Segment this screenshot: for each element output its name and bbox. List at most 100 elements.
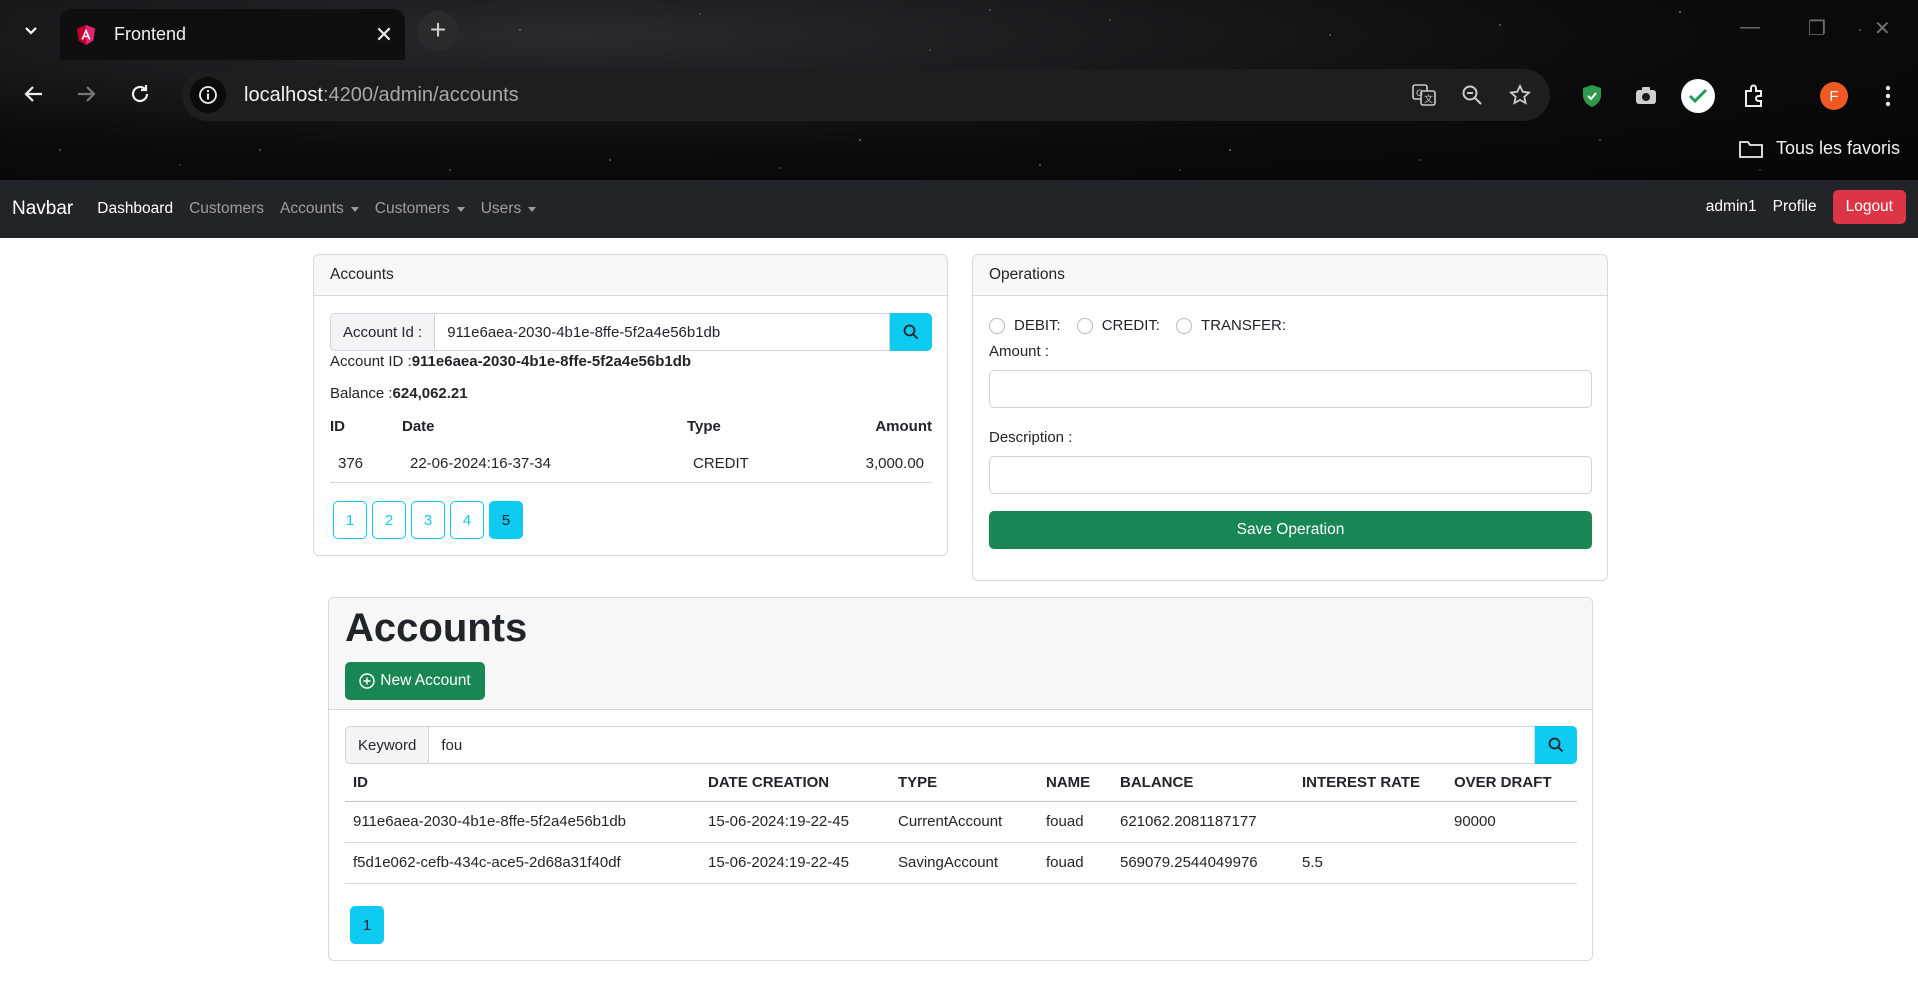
keyword-addon: Keyword <box>345 726 429 764</box>
balance-value: 624,062.21 <box>392 385 468 402</box>
url-path: :4200/admin/accounts <box>322 83 519 106</box>
keyword-input[interactable]: fou <box>428 726 1535 764</box>
cell-type: SavingAccount <box>890 842 1038 884</box>
nav-dropdown-accounts-label: Accounts <box>280 200 344 217</box>
nav-dropdown-users[interactable]: Users <box>481 200 537 218</box>
browser-tab-active[interactable]: Frontend ✕ <box>60 9 405 60</box>
description-label: Description : <box>989 429 1073 446</box>
bookmark-star-icon[interactable] <box>1502 77 1538 113</box>
bookmarks-bar: Tous les favoris <box>0 130 1918 180</box>
account-id-value: 911e6aea-2030-4b1e-8ffe-5f2a4e56b1db <box>411 353 692 370</box>
page-button-3[interactable]: 3 <box>411 501 445 539</box>
cell-over-draft: 90000 <box>1446 801 1577 843</box>
check-extension-icon[interactable] <box>1680 78 1716 114</box>
camera-extension-icon[interactable] <box>1628 78 1664 114</box>
forward-button[interactable] <box>68 76 104 112</box>
save-operation-button[interactable]: Save Operation <box>989 511 1592 549</box>
current-user[interactable]: admin1 <box>1706 198 1757 216</box>
extensions-puzzle-icon[interactable] <box>1736 78 1772 114</box>
account-search-button[interactable] <box>890 313 932 351</box>
col-date-creation: DATE CREATION <box>700 774 890 802</box>
accounts-list-title: Accounts <box>345 606 528 650</box>
logout-button[interactable]: Logout <box>1832 190 1906 224</box>
browser-toolbar: localhost:4200/admin/accounts G文 F <box>0 60 1918 130</box>
new-tab-button[interactable]: + <box>418 11 458 51</box>
cell-id: 911e6aea-2030-4b1e-8ffe-5f2a4e56b1db <box>345 801 700 843</box>
chevron-down-icon <box>25 27 37 35</box>
col-id: ID <box>345 774 700 802</box>
col-balance: BALANCE <box>1112 774 1294 802</box>
navbar-brand[interactable]: Navbar <box>12 198 73 220</box>
operations-pagination: 1 2 3 4 5 <box>333 501 528 539</box>
cell-balance: 569079.2544049976 <box>1112 842 1294 884</box>
cell-name: fouad <box>1038 801 1112 843</box>
nav-dropdown-customers[interactable]: Customers <box>375 200 465 218</box>
restore-icon[interactable]: ❐ <box>1808 16 1826 41</box>
table-row: 911e6aea-2030-4b1e-8ffe-5f2a4e56b1db 15-… <box>345 801 1577 843</box>
minimize-icon[interactable]: — <box>1740 16 1760 39</box>
tab-search-button[interactable] <box>10 9 52 51</box>
site-info-icon[interactable] <box>190 77 226 113</box>
cell-type: CurrentAccount <box>890 801 1038 843</box>
credit-radio[interactable] <box>1076 317 1093 334</box>
page-button-4[interactable]: 4 <box>450 501 484 539</box>
close-window-icon[interactable]: ✕ <box>1874 16 1891 41</box>
profile-avatar[interactable]: F <box>1816 78 1852 114</box>
plus-circle-icon <box>359 673 375 689</box>
account-id-input[interactable]: 911e6aea-2030-4b1e-8ffe-5f2a4e56b1db <box>434 313 890 351</box>
caret-down-icon <box>350 206 359 212</box>
account-id-addon: Account Id : <box>330 313 435 351</box>
transfer-radio[interactable] <box>1176 317 1193 334</box>
cell-interest-rate: 5.5 <box>1294 842 1446 884</box>
search-icon <box>1548 737 1564 753</box>
svg-text:G: G <box>1416 89 1423 99</box>
balance-line: Balance :624,062.21 <box>330 385 468 402</box>
back-button[interactable] <box>16 76 52 112</box>
cell-name: fouad <box>1038 842 1112 884</box>
accounts-table: ID DATE CREATION TYPE NAME BALANCE INTER… <box>345 774 1577 884</box>
bookmarks-label: Tous les favoris <box>1775 138 1900 158</box>
page-button-1[interactable]: 1 <box>333 501 367 539</box>
profile-link[interactable]: Profile <box>1773 198 1817 216</box>
page-button-5[interactable]: 5 <box>489 501 523 539</box>
all-bookmarks-folder[interactable]: Tous les favoris <box>1738 138 1900 159</box>
caret-down-icon <box>456 206 465 212</box>
accounts-table-header: ID DATE CREATION TYPE NAME BALANCE INTER… <box>345 774 1577 802</box>
zoom-icon[interactable] <box>1454 77 1490 113</box>
page-button-1[interactable]: 1 <box>350 906 384 944</box>
close-tab-icon[interactable]: ✕ <box>369 22 399 48</box>
translate-icon[interactable]: G文 <box>1406 77 1442 113</box>
reload-button[interactable] <box>122 76 158 112</box>
app-navbar: Navbar Dashboard Customers Accounts Cust… <box>0 180 1918 238</box>
cell-over-draft <box>1446 842 1577 884</box>
keyword-search-button[interactable] <box>1535 726 1577 764</box>
accounts-pagination: 1 <box>350 906 389 944</box>
col-over-draft: OVER DRAFT <box>1446 774 1577 802</box>
arrow-left-icon <box>24 86 42 102</box>
cell-type: CREDIT <box>687 447 827 483</box>
description-input[interactable] <box>989 456 1592 494</box>
amount-label: Amount : <box>989 343 1050 360</box>
nav-dropdown-accounts[interactable]: Accounts <box>280 200 359 218</box>
address-bar[interactable]: localhost:4200/admin/accounts G文 <box>182 69 1550 121</box>
browser-menu-icon[interactable] <box>1870 78 1906 114</box>
amount-input[interactable] <box>989 370 1592 408</box>
col-interest-rate: INTEREST RATE <box>1294 774 1446 802</box>
nav-link-dashboard[interactable]: Dashboard <box>97 200 173 218</box>
url-host: localhost <box>244 83 323 106</box>
profile-initial: F <box>1820 82 1848 110</box>
cell-interest-rate <box>1294 801 1446 843</box>
col-amount: Amount <box>875 418 932 435</box>
accounts-card-header: Accounts <box>314 255 947 296</box>
arrow-right-icon <box>78 86 96 102</box>
debit-radio[interactable] <box>989 317 1005 334</box>
url-text[interactable]: localhost:4200/admin/accounts <box>244 84 1406 107</box>
shield-extension-icon[interactable] <box>1574 78 1610 114</box>
page-button-2[interactable]: 2 <box>372 501 406 539</box>
new-account-button[interactable]: New Account <box>345 662 485 700</box>
cell-date: 22-06-2024:16-37-34 <box>402 447 687 483</box>
cell-id: 376 <box>330 447 402 483</box>
navbar-right: admin1 Profile Logout <box>1706 190 1906 224</box>
nav-link-customers[interactable]: Customers <box>189 200 264 218</box>
new-account-label: New Account <box>380 672 471 689</box>
